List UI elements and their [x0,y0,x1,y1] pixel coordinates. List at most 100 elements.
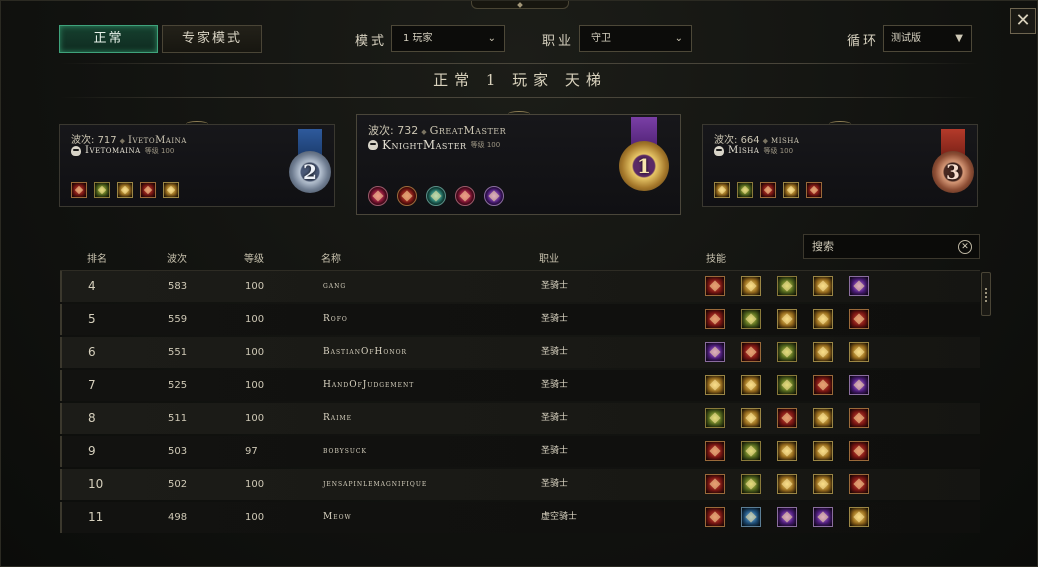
skill-icon[interactable] [455,186,475,206]
skill-icon[interactable] [163,182,179,198]
skill-icon[interactable] [813,342,833,362]
skill-icon[interactable] [741,507,761,527]
mode-filter-label: 模式 [355,34,388,49]
podium-first-place[interactable]: 波次: 732 ◆ GreatMaster KnightMaster 等级 100 … [356,111,681,215]
level-text: 等级 100 [145,146,175,156]
skill-icon[interactable] [71,182,87,198]
close-button[interactable]: ✕ [1010,8,1036,34]
column-header-name[interactable]: 名称 [321,250,341,265]
skill-icon[interactable] [705,408,725,428]
skill-icon[interactable] [783,182,799,198]
clear-search-icon[interactable]: ✕ [958,240,972,254]
skill-icon[interactable] [777,342,797,362]
skill-icon[interactable] [484,186,504,206]
skill-icon[interactable] [760,182,776,198]
class-select[interactable]: 守卫 ⌄ [579,25,692,52]
skill-icon[interactable] [741,375,761,395]
class-cell: 圣骑士 [541,413,569,423]
leaderboard-table: 4 583 100 gang 圣骑士 5 559 100 Rofo 圣骑士 6 551 100 Basti… [60,270,980,536]
column-header-class[interactable]: 职业 [539,250,559,265]
scrollbar-thumb[interactable] [981,272,991,316]
cycle-filter-label: 循环 [847,34,880,49]
skill-icon[interactable] [849,309,869,329]
skill-icon[interactable] [741,474,761,494]
mode-select-value: 1 玩家 [403,33,433,44]
skill-icon[interactable] [741,441,761,461]
skill-icon[interactable] [777,474,797,494]
skill-icon[interactable] [705,276,725,296]
skill-icon[interactable] [140,182,156,198]
skill-icon[interactable] [777,375,797,395]
cycle-select[interactable]: 测试版 ▼ [883,25,972,52]
skill-icon[interactable] [714,182,730,198]
search-input[interactable] [812,235,952,258]
skill-icon[interactable] [777,309,797,329]
skill-icon[interactable] [777,507,797,527]
skill-icon[interactable] [741,309,761,329]
skill-icon[interactable] [849,276,869,296]
skill-icon[interactable] [117,182,133,198]
name-cell: bobysuck [323,446,367,456]
skill-icon[interactable] [806,182,822,198]
gold-medal-icon: 1 [619,117,669,201]
column-header-rank[interactable]: 排名 [87,250,107,265]
table-row[interactable]: 6 551 100 BastianOfHonor 圣骑士 [60,337,980,368]
skill-icon[interactable] [777,441,797,461]
skill-icon[interactable] [777,276,797,296]
skill-icon[interactable] [705,441,725,461]
skill-icon[interactable] [705,375,725,395]
table-row[interactable]: 9 503 97 bobysuck 圣骑士 [60,436,980,467]
skill-icon[interactable] [705,309,725,329]
skill-icon[interactable] [849,342,869,362]
skill-icon[interactable] [741,408,761,428]
podium-second-place[interactable]: 波次: 717 ◆ IvetoMaina Ivetomaina 等级 100 2 [59,121,335,207]
account-name: GreatMaster [429,124,507,137]
skill-icon[interactable] [849,375,869,395]
table-row[interactable]: 5 559 100 Rofo 圣骑士 [60,304,980,335]
skill-icon[interactable] [813,507,833,527]
skill-icon[interactable] [737,182,753,198]
tab-expert-mode[interactable]: 专家模式 [162,25,262,53]
wave-cell: 525 [168,380,188,391]
skill-icon[interactable] [813,441,833,461]
rank-disc: 2 [289,151,331,193]
podium-third-place[interactable]: 波次: 664 ◆ misha Misha 等级 100 3 [702,121,978,207]
skill-icon[interactable] [813,309,833,329]
level-cell: 97 [245,446,258,457]
column-header-level[interactable]: 等级 [244,250,264,265]
skill-icon[interactable] [813,474,833,494]
skill-icon[interactable] [849,441,869,461]
skill-icon[interactable] [849,408,869,428]
skill-icon[interactable] [777,408,797,428]
grip-icon [985,288,987,302]
skill-icon[interactable] [813,408,833,428]
table-row[interactable]: 10 502 100 jensapinlemagnifique 圣骑士 [60,469,980,500]
rank-cell: 11 [88,510,104,524]
skill-icon[interactable] [741,342,761,362]
name-cell: Raime [323,413,353,423]
wave-cell: 503 [168,446,188,457]
skill-icon[interactable] [849,474,869,494]
level-cell: 100 [245,347,265,358]
table-row[interactable]: 4 583 100 gang 圣骑士 [60,271,980,302]
skill-icon[interactable] [368,186,388,206]
skill-icon[interactable] [705,507,725,527]
skill-icon[interactable] [849,507,869,527]
wave-cell: 511 [168,413,188,424]
skill-icon[interactable] [741,276,761,296]
mode-select[interactable]: 1 玩家 ⌄ [391,25,505,52]
skill-icon[interactable] [813,375,833,395]
skill-icon[interactable] [426,186,446,206]
column-header-wave[interactable]: 波次 [167,250,187,265]
level-label: 等级 [763,146,778,155]
wave-value: 732 [397,124,419,137]
skill-icon[interactable] [397,186,417,206]
table-row[interactable]: 11 498 100 Meow 虚空骑士 [60,502,980,533]
tab-normal[interactable]: 正常 [59,25,158,53]
skill-icon[interactable] [813,276,833,296]
skill-icon[interactable] [705,342,725,362]
table-row[interactable]: 8 511 100 Raime 圣骑士 [60,403,980,434]
table-row[interactable]: 7 525 100 HandOfJudgement 圣骑士 [60,370,980,401]
skill-icon[interactable] [705,474,725,494]
skill-icon[interactable] [94,182,110,198]
